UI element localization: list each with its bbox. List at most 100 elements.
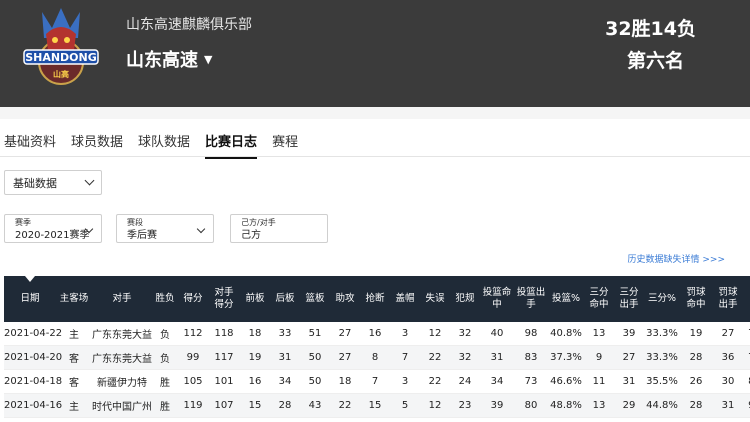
column-header[interactable]: 犯规 bbox=[450, 276, 480, 322]
table-cell: 27 bbox=[330, 322, 360, 346]
table-cell: 40.8% bbox=[548, 322, 584, 346]
table-cell: 31 bbox=[712, 393, 744, 418]
table-cell: 51 bbox=[300, 322, 330, 346]
tab-team-stats[interactable]: 球队数据 bbox=[138, 131, 190, 150]
table-cell: 7 bbox=[390, 345, 420, 370]
table-cell: 33 bbox=[270, 322, 300, 346]
table-cell: 33.3% bbox=[644, 345, 680, 370]
table-cell: 107 bbox=[208, 393, 240, 418]
table-cell: 119 bbox=[178, 393, 208, 418]
data-type-value: 基础数据 bbox=[13, 176, 57, 190]
column-header[interactable]: 胜负 bbox=[152, 276, 178, 322]
side-filter[interactable]: 己方/对手 己方 bbox=[230, 214, 328, 243]
team-record: 32胜14负 bbox=[605, 18, 696, 40]
table-cell: 33.3% bbox=[644, 322, 680, 346]
table-cell: 12 bbox=[420, 393, 450, 418]
column-header[interactable]: 三分% bbox=[644, 276, 680, 322]
table-cell: 46.6% bbox=[548, 369, 584, 394]
table-cell: 5 bbox=[390, 393, 420, 418]
table-cell: 80 bbox=[514, 393, 548, 418]
table-cell: 13 bbox=[584, 393, 614, 418]
column-header[interactable]: 罚球命中 bbox=[680, 276, 712, 322]
table-cell: 负 bbox=[152, 322, 178, 346]
table-cell: 15 bbox=[240, 393, 270, 418]
table-cell: 9 bbox=[584, 345, 614, 370]
column-header[interactable]: 主客场 bbox=[56, 276, 92, 322]
table-cell: 13 bbox=[584, 322, 614, 346]
tab-player-stats[interactable]: 球员数据 bbox=[71, 131, 123, 150]
table-row: 2021-04-16 主时代中国广州胜 119 107 15 28 43 22 15 5 12 23 3… bbox=[4, 393, 750, 418]
season-filter-value: 2020-2021赛季 bbox=[15, 230, 90, 241]
column-header[interactable]: 得分 bbox=[178, 276, 208, 322]
table-cell: 27 bbox=[330, 345, 360, 370]
table-cell: 29 bbox=[614, 393, 644, 418]
table-cell: 32 bbox=[450, 345, 480, 370]
team-header: SHANDONG 山高 山东高速麒麟俱乐部 山东高速 ▼ 32胜14负 第六名 bbox=[0, 0, 750, 107]
table-cell: 31 bbox=[480, 345, 514, 370]
table-cell: 12 bbox=[420, 322, 450, 346]
column-header[interactable]: 投篮命中 bbox=[480, 276, 514, 322]
table-cell: 50 bbox=[300, 345, 330, 370]
column-header[interactable]: 抢断 bbox=[360, 276, 390, 322]
tab-game-log[interactable]: 比赛日志 bbox=[205, 131, 258, 159]
table-cell: 23 bbox=[450, 393, 480, 418]
table-cell: 16 bbox=[360, 322, 390, 346]
column-header[interactable]: 三分出手 bbox=[614, 276, 644, 322]
table-cell: 37.3% bbox=[548, 345, 584, 370]
table-cell: 28 bbox=[680, 345, 712, 370]
table-cell: 2021-04-18 bbox=[4, 369, 62, 394]
table-cell: 77.8% bbox=[744, 345, 750, 370]
table-cell: 负 bbox=[152, 345, 178, 370]
table-cell: 新疆伊力特 bbox=[92, 369, 152, 394]
table-cell: 44.8% bbox=[644, 393, 680, 418]
tab-schedule[interactable]: 赛程 bbox=[272, 131, 298, 150]
history-data-link[interactable]: 历史数据缺失详情 >>> bbox=[628, 252, 725, 265]
column-header[interactable]: 对手得分 bbox=[208, 276, 240, 322]
table-cell: 28 bbox=[680, 393, 712, 418]
table-cell: 7 bbox=[360, 369, 390, 394]
table-cell: 胜 bbox=[152, 369, 178, 394]
column-header[interactable]: 助攻 bbox=[330, 276, 360, 322]
table-cell: 30 bbox=[712, 369, 744, 394]
column-header[interactable]: 罚球% bbox=[744, 276, 750, 322]
column-header[interactable]: 投篮% bbox=[548, 276, 584, 322]
column-header[interactable]: 三分命中 bbox=[584, 276, 614, 322]
table-cell: 39 bbox=[614, 322, 644, 346]
table-cell: 27 bbox=[712, 322, 744, 346]
column-header[interactable]: 对手 bbox=[92, 276, 152, 322]
column-header[interactable]: 罚球出手 bbox=[712, 276, 744, 322]
season-filter[interactable]: 赛季 2020-2021赛季 bbox=[4, 214, 102, 243]
table-cell: 11 bbox=[584, 369, 614, 394]
club-name: 山东高速麒麟俱乐部 bbox=[126, 17, 252, 33]
table-cell: 2021-04-22 bbox=[4, 322, 62, 346]
stage-filter[interactable]: 赛段 季后赛 bbox=[116, 214, 214, 243]
table-cell: 2021-04-16 bbox=[4, 393, 62, 418]
table-cell: 26 bbox=[680, 369, 712, 394]
column-header[interactable]: 后板 bbox=[270, 276, 300, 322]
team-logo: SHANDONG 山高 bbox=[23, 8, 99, 85]
table-cell: 105 bbox=[178, 369, 208, 394]
tab-basic-info[interactable]: 基础资料 bbox=[4, 131, 56, 150]
column-header[interactable]: 投篮出手 bbox=[514, 276, 548, 322]
column-header[interactable]: 日期 bbox=[4, 276, 56, 322]
table-cell: 86.7% bbox=[744, 369, 750, 394]
column-header[interactable]: 失误 bbox=[420, 276, 450, 322]
svg-text:SHANDONG: SHANDONG bbox=[25, 51, 97, 64]
table-cell: 98 bbox=[514, 322, 548, 346]
tab-bar: 基础资料 球员数据 球队数据 比赛日志 赛程 bbox=[4, 131, 313, 159]
column-header[interactable]: 篮板 bbox=[300, 276, 330, 322]
table-cell: 16 bbox=[240, 369, 270, 394]
table-cell: 27 bbox=[614, 345, 644, 370]
table-cell: 31 bbox=[270, 345, 300, 370]
column-header[interactable]: 盖帽 bbox=[390, 276, 420, 322]
side-filter-label: 己方/对手 bbox=[241, 218, 276, 227]
table-row: 2021-04-18 客新疆伊力特胜 105 101 16 34 50 18 7 3 22 24 34 7… bbox=[4, 369, 750, 394]
team-selector[interactable]: 山东高速 ▼ bbox=[126, 46, 212, 72]
table-cell: 70.4% bbox=[744, 322, 750, 346]
table-cell: 90.3% bbox=[744, 393, 750, 418]
table-cell: 73 bbox=[514, 369, 548, 394]
table-cell: 22 bbox=[420, 345, 450, 370]
table-cell: 99 bbox=[178, 345, 208, 370]
column-header[interactable]: 前板 bbox=[240, 276, 270, 322]
data-type-select[interactable]: 基础数据 bbox=[4, 170, 102, 195]
